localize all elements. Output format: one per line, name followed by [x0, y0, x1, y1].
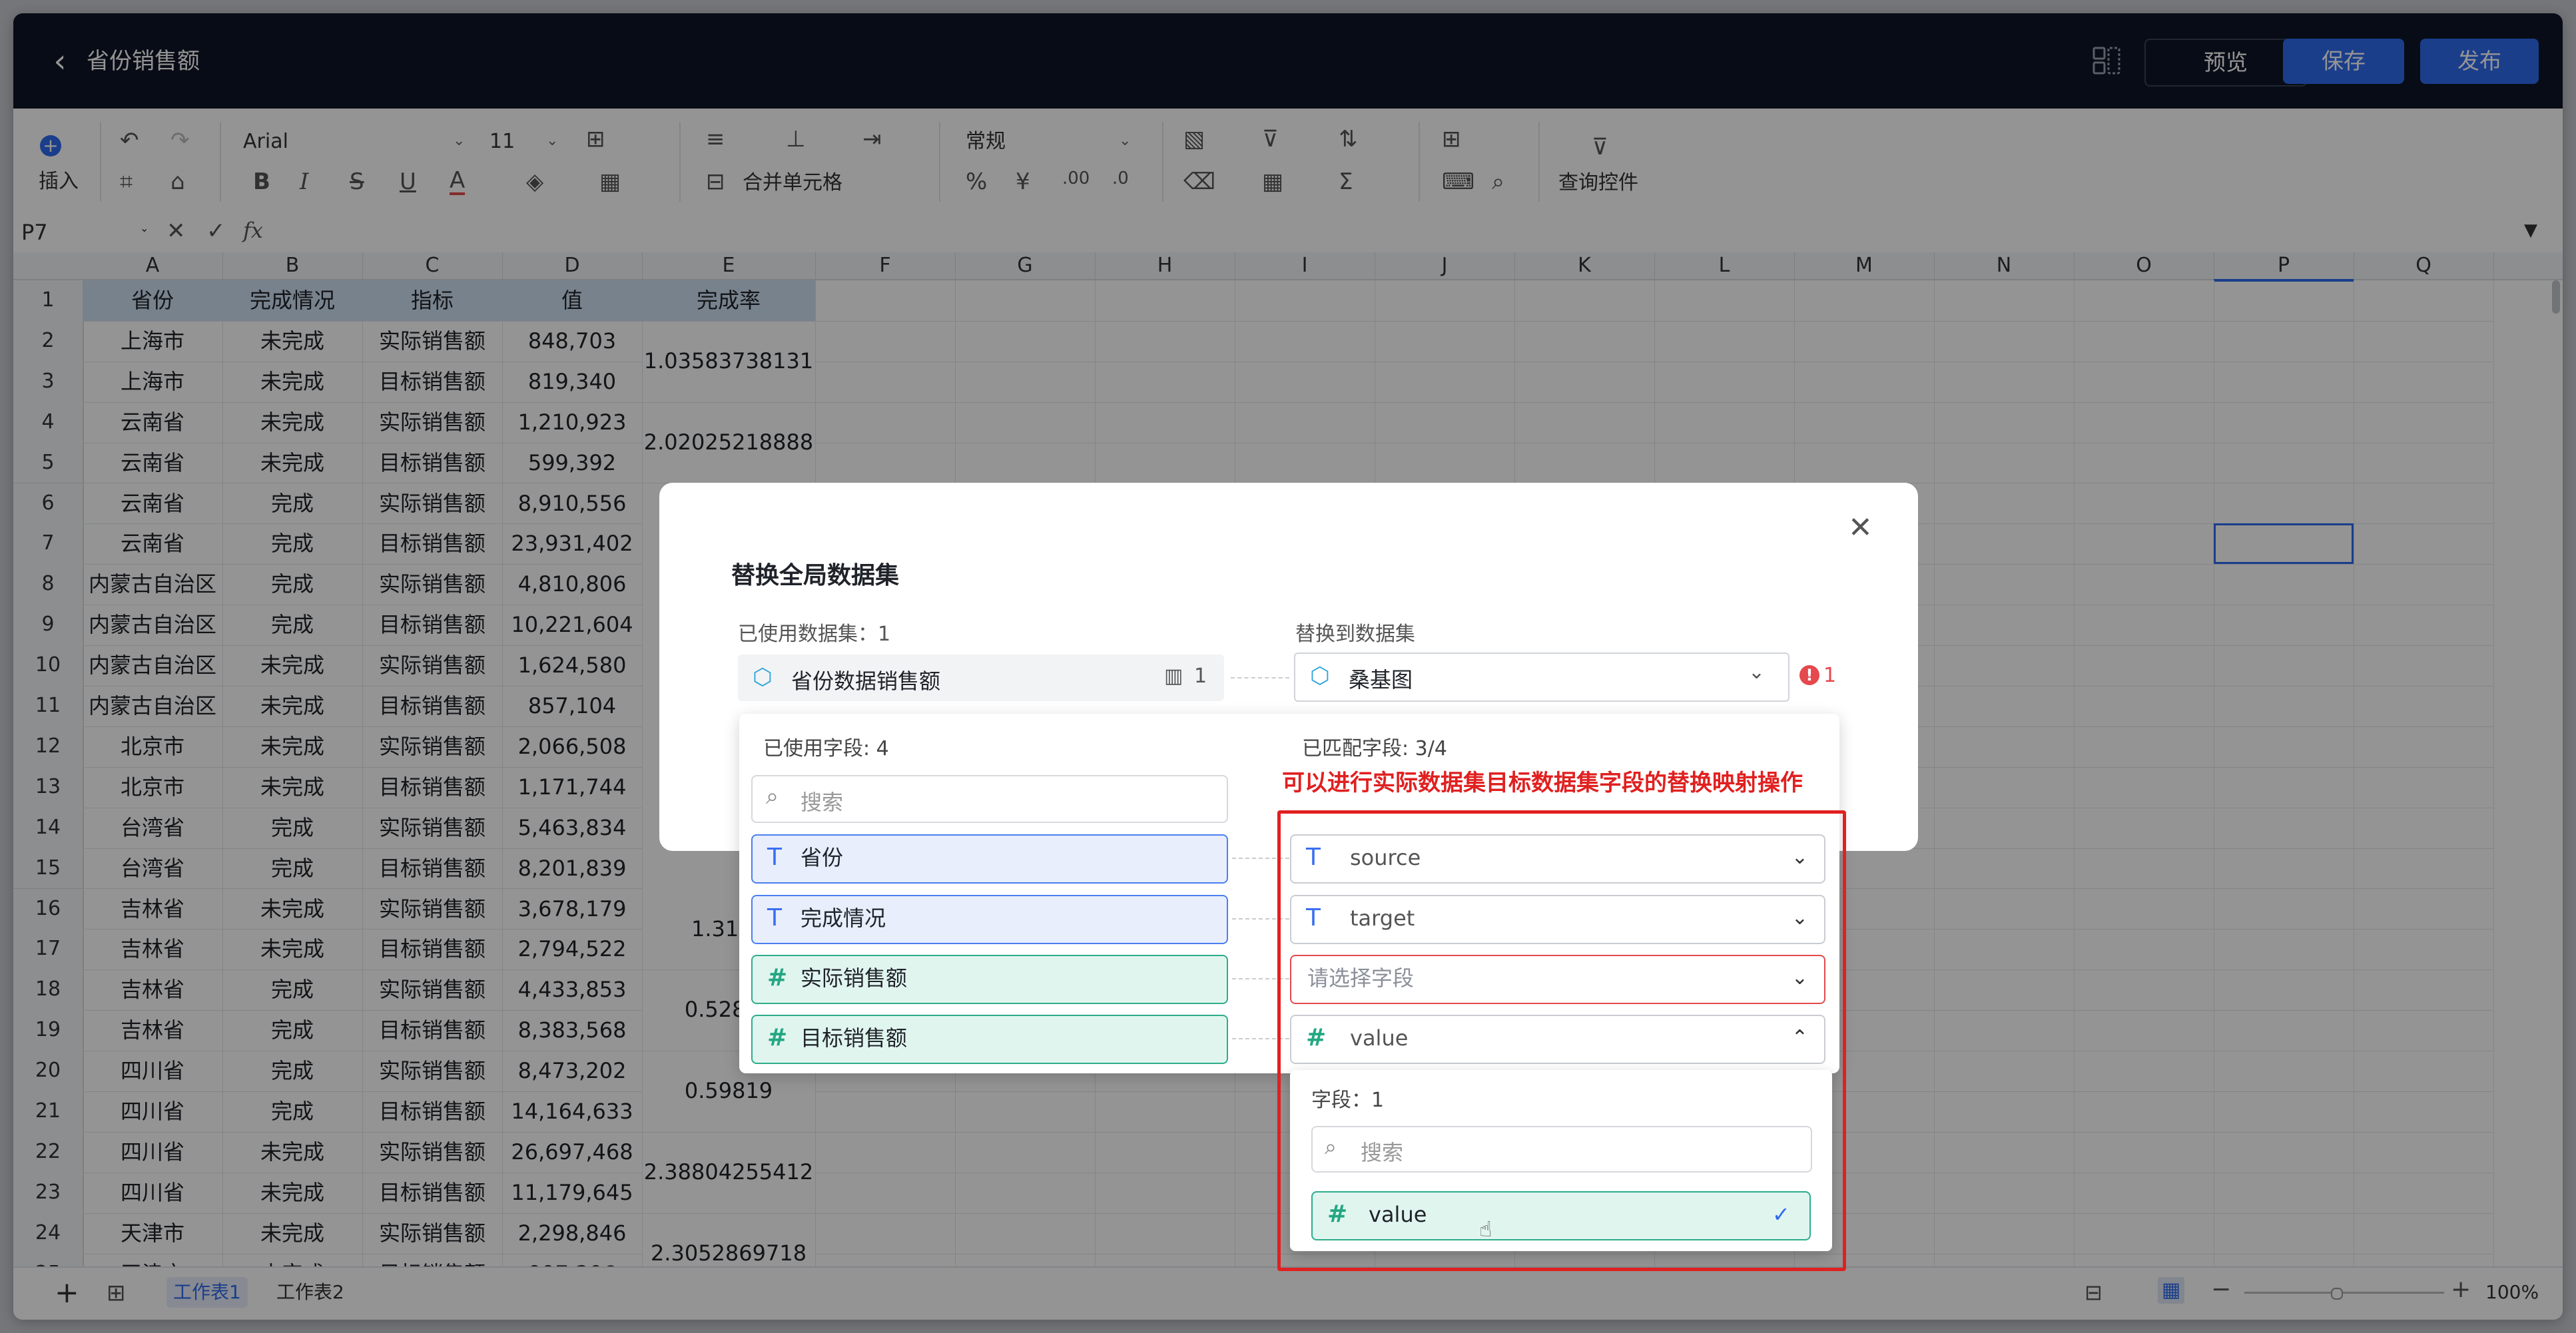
used-field-actual-sales[interactable]: # 实际销售额 — [751, 955, 1228, 1004]
used-field-target-sales[interactable]: # 目标销售额 — [751, 1015, 1228, 1064]
matched-fields-label: 已匹配字段: 3/4 — [1302, 737, 1447, 760]
number-field-icon: # — [767, 964, 788, 991]
text-field-icon: T — [767, 904, 782, 932]
text-field-icon: T — [767, 844, 782, 871]
used-fields-label: 已使用字段: 4 — [763, 737, 889, 760]
annotation-highlight-box — [1277, 810, 1846, 1271]
used-dataset-label: 已使用数据集：1 — [738, 623, 891, 646]
annotation-text: 可以进行实际数据集目标数据集字段的替换映射操作 — [1282, 770, 1803, 796]
close-icon[interactable]: ✕ — [1848, 511, 1873, 545]
source-dataset-name: 省份数据销售额 — [791, 668, 941, 694]
source-count: 1 — [1194, 665, 1207, 688]
dataset-cube-icon: ⬡ — [1310, 663, 1330, 689]
used-field-province[interactable]: T 省份 — [751, 834, 1228, 884]
dataset-cube-icon: ⬡ — [753, 664, 773, 690]
chevron-down-icon[interactable]: ⌄ — [1748, 661, 1765, 684]
target-dataset-name: 桑基图 — [1349, 667, 1413, 692]
source-dataset: ⬡ 省份数据销售额 ▥ 1 — [738, 655, 1224, 701]
field-search-input[interactable]: ⌕ 搜索 — [751, 775, 1228, 823]
used-field-status[interactable]: T 完成情况 — [751, 895, 1228, 944]
error-icon: ! — [1799, 665, 1819, 685]
target-dataset-select[interactable]: ⬡ 桑基图 ⌄ — [1294, 653, 1789, 702]
number-field-icon: # — [767, 1024, 788, 1051]
search-placeholder: 搜索 — [801, 790, 844, 815]
search-icon: ⌕ — [766, 783, 779, 810]
dialog-title: 替换全局数据集 — [731, 562, 900, 589]
error-count: 1 — [1823, 664, 1837, 687]
replace-to-label: 替换到数据集 — [1295, 623, 1415, 646]
chart-count-icon: ▥ — [1164, 665, 1183, 688]
